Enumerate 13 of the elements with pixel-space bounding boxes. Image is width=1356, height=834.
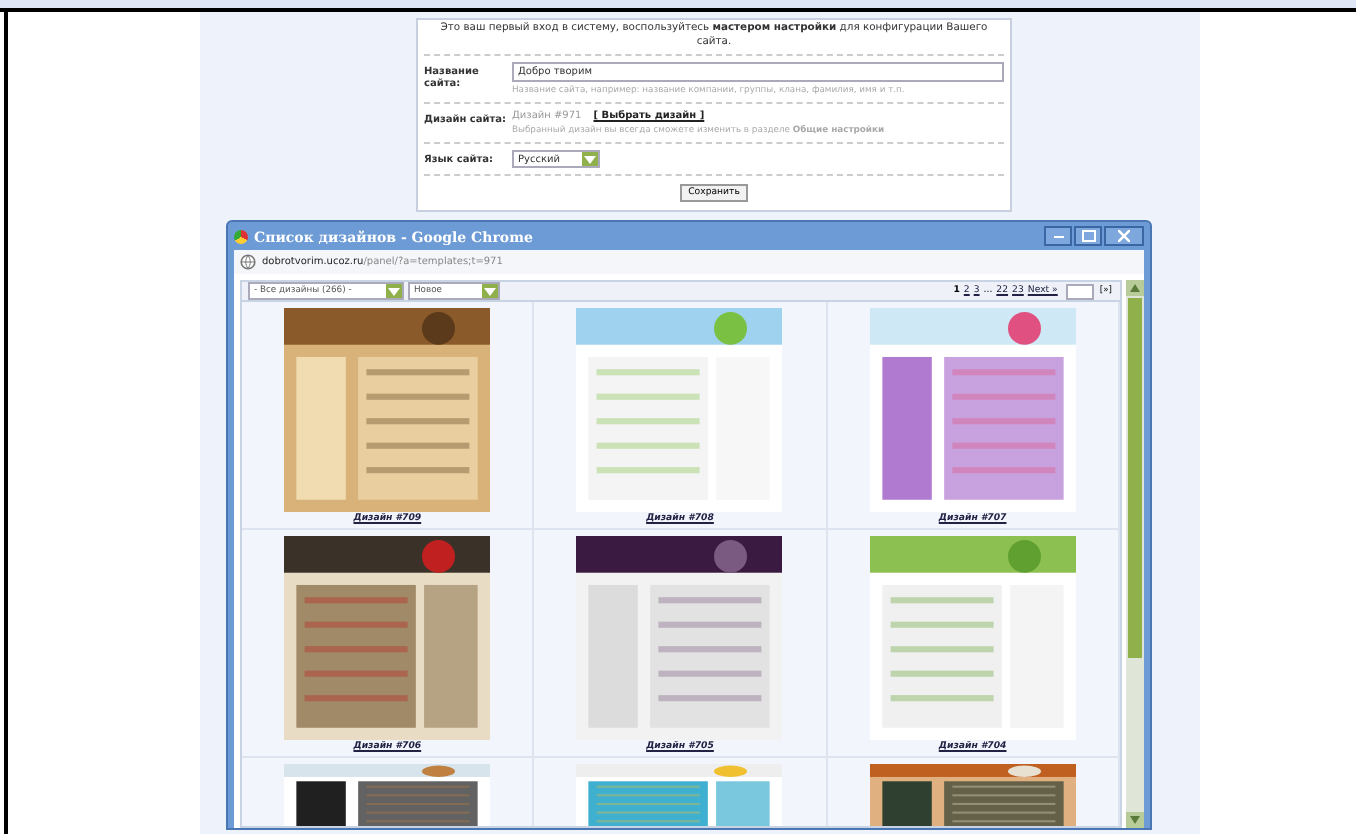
up-arrow-icon[interactable] [1130, 284, 1140, 292]
caret-icon [388, 287, 400, 295]
minimize-button[interactable] [1044, 226, 1072, 246]
browser-logo-icon [234, 229, 248, 243]
caret-icon [484, 287, 496, 295]
maximize-button[interactable] [1074, 226, 1102, 246]
close-icon [1118, 230, 1130, 242]
caret-icon [584, 155, 596, 163]
scrollbar[interactable] [1126, 280, 1144, 828]
close-button[interactable] [1104, 226, 1144, 246]
page-input[interactable] [1065, 283, 1094, 299]
globe-icon [240, 254, 256, 270]
down-arrow-icon[interactable] [1130, 816, 1140, 824]
